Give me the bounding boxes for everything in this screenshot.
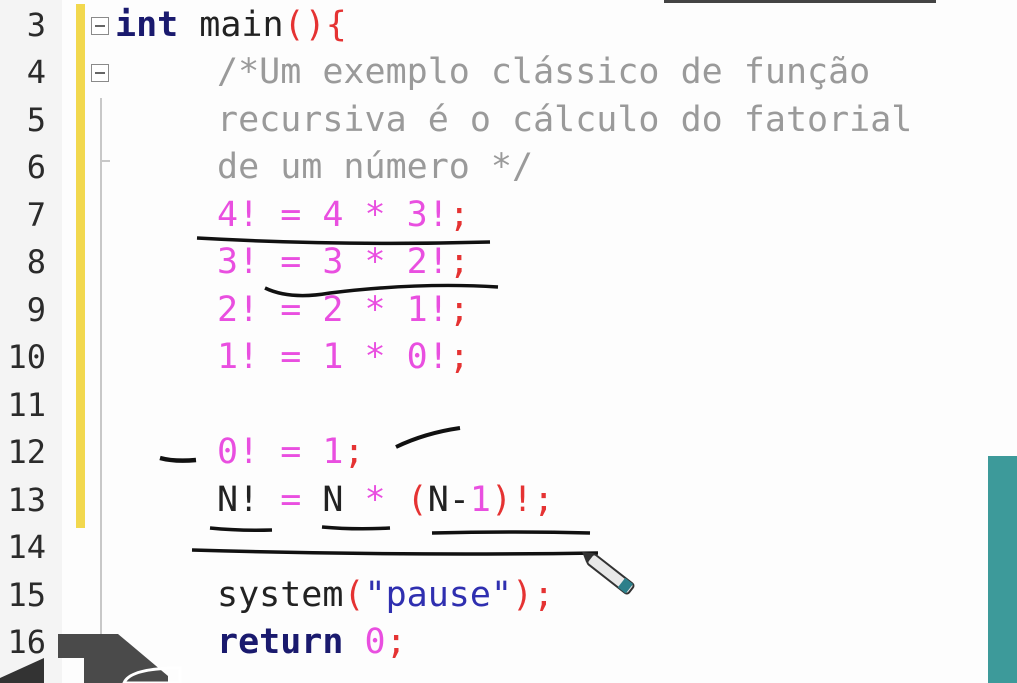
keyword: return bbox=[217, 622, 344, 662]
pen-underline bbox=[431, 530, 591, 535]
identifier: N! bbox=[217, 480, 260, 520]
string-literal: "pause" bbox=[364, 575, 513, 615]
code-line-9[interactable]: 2! = 2 * 1!; bbox=[217, 287, 470, 334]
fold-end-marker bbox=[100, 160, 110, 162]
line-number: 3 bbox=[26, 6, 46, 44]
open-paren: ( bbox=[343, 575, 365, 615]
pen-dash bbox=[395, 426, 461, 449]
identifier: N- bbox=[427, 480, 470, 520]
code-line-3[interactable]: int main(){ bbox=[115, 2, 347, 49]
pen-underline bbox=[191, 548, 599, 556]
semicolon: ; bbox=[448, 242, 470, 282]
line-number: 5 bbox=[26, 101, 46, 139]
parentheses: () bbox=[283, 5, 326, 45]
expression: 4! = 4 * 3! bbox=[217, 195, 449, 235]
code-line-8[interactable]: 3! = 3 * 2!; bbox=[217, 239, 470, 286]
line-number: 9 bbox=[26, 291, 46, 329]
code-line-4[interactable]: /*Um exemplo clássico de função bbox=[217, 49, 870, 96]
expression: 2! = 2 * 1! bbox=[217, 290, 449, 330]
code-line-15[interactable]: system("pause"); bbox=[217, 572, 554, 619]
operator: * bbox=[343, 480, 407, 520]
line-number: 8 bbox=[26, 243, 46, 281]
line-number: 15 bbox=[7, 576, 46, 614]
identifier: N bbox=[322, 480, 344, 520]
line-number: 12 bbox=[7, 433, 46, 471]
code-line-12[interactable]: 0! = 1; bbox=[217, 429, 365, 476]
function-name: main bbox=[178, 5, 284, 45]
line-number: 6 bbox=[26, 148, 46, 186]
expression: 0! = 1 bbox=[217, 432, 344, 472]
side-panel-edge bbox=[988, 456, 1017, 683]
semicolon: ; bbox=[385, 622, 407, 662]
operator: = bbox=[259, 480, 323, 520]
fold-minus-icon[interactable] bbox=[91, 17, 109, 35]
code-line-7[interactable]: 4! = 4 * 3!; bbox=[217, 192, 470, 239]
fold-guide-line bbox=[100, 98, 102, 673]
open-paren: ( bbox=[406, 480, 428, 520]
number: 1 bbox=[469, 480, 491, 520]
close-paren: )!; bbox=[490, 480, 555, 520]
semicolon: ; bbox=[343, 432, 365, 472]
pen-underline bbox=[321, 525, 391, 531]
open-brace: { bbox=[325, 5, 347, 45]
expression: 1! = 1 * 0! bbox=[217, 337, 449, 377]
code-line-16[interactable]: return 0; bbox=[217, 619, 407, 666]
top-edge-bar bbox=[664, 0, 936, 3]
fold-minus-icon[interactable] bbox=[91, 64, 109, 82]
semicolon: ; bbox=[448, 290, 470, 330]
line-number: 13 bbox=[7, 481, 46, 519]
code-line-13[interactable]: N! = N * (N-1)!; bbox=[217, 477, 554, 524]
line-number: 10 bbox=[7, 338, 46, 376]
line-number-gutter: 3 4 5 6 7 8 9 10 11 12 13 14 15 16 bbox=[0, 0, 62, 683]
number: 0 bbox=[343, 622, 386, 662]
semicolon: ; bbox=[448, 195, 470, 235]
function-name: system bbox=[217, 575, 344, 615]
modified-lines-marker bbox=[76, 4, 85, 528]
pen-cursor-icon bbox=[582, 551, 635, 595]
pen-dash bbox=[159, 455, 197, 463]
line-number: 14 bbox=[7, 528, 46, 566]
code-line-5[interactable]: recursiva é o cálculo do fatorial bbox=[217, 97, 912, 144]
logo-icon bbox=[0, 634, 182, 683]
line-number: 7 bbox=[26, 196, 46, 234]
line-number: 4 bbox=[26, 53, 46, 91]
expression: 3! = 3 * 2! bbox=[217, 242, 449, 282]
keyword: int bbox=[115, 5, 179, 45]
line-number: 11 bbox=[7, 386, 46, 424]
pen-underline bbox=[209, 526, 273, 532]
code-line-6[interactable]: de um número */ bbox=[217, 144, 533, 191]
close-paren: ); bbox=[512, 575, 555, 615]
semicolon: ; bbox=[448, 337, 470, 377]
code-line-10[interactable]: 1! = 1 * 0!; bbox=[217, 334, 470, 381]
